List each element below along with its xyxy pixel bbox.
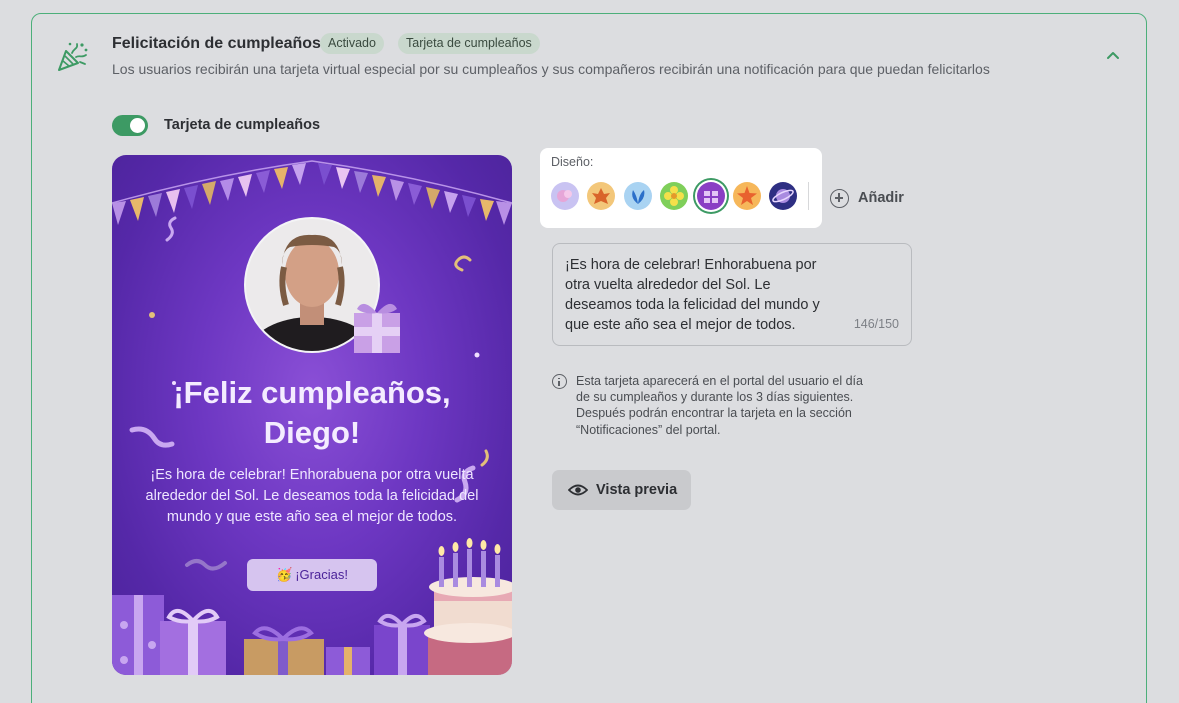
message-value: ¡Es hora de celebrar! Enhorabuena por ot… bbox=[565, 257, 820, 333]
character-counter: 146/150 bbox=[853, 317, 899, 331]
picker-divider bbox=[808, 182, 809, 210]
add-design-button[interactable]: Añadir bbox=[830, 187, 904, 209]
thanks-button-label: ¡Gracias! bbox=[295, 567, 348, 582]
section-subtitle: Los usuarios recibirán una tarjeta virtu… bbox=[112, 61, 990, 77]
add-design-label: Añadir bbox=[858, 190, 904, 206]
card-title-line1: ¡Feliz cumpleaños, bbox=[173, 375, 451, 410]
design-picker: Diseño: bbox=[540, 148, 822, 228]
preview-button-label: Vista previa bbox=[596, 482, 678, 498]
type-badge: Tarjeta de cumpleaños bbox=[398, 33, 540, 54]
design-label: Diseño: bbox=[551, 155, 594, 169]
party-popper-icon bbox=[58, 42, 88, 71]
flower-swatch[interactable] bbox=[660, 182, 688, 210]
thanks-button[interactable]: 🥳 ¡Gracias! bbox=[247, 559, 377, 591]
pink-swatch[interactable] bbox=[551, 182, 579, 210]
toggle-knob bbox=[130, 118, 145, 133]
info-icon bbox=[552, 374, 567, 389]
plus-circle-icon bbox=[830, 188, 849, 208]
status-badge: Activado bbox=[320, 33, 384, 54]
starfish-swatch[interactable] bbox=[733, 182, 761, 210]
birthday-card-preview: ¡Feliz cumpleaños, Diego! ¡Es hora de ce… bbox=[112, 155, 512, 675]
card-title-line2: Diego! bbox=[263, 415, 361, 450]
toggle-label: Tarjeta de cumpleaños bbox=[164, 117, 321, 133]
message-textarea[interactable]: ¡Es hora de celebrar! Enhorabuena por ot… bbox=[552, 243, 912, 346]
app-frame: Felicitación de cumpleaños Activado Tarj… bbox=[0, 0, 1179, 703]
planet-swatch[interactable] bbox=[769, 182, 797, 210]
info-text: Esta tarjeta aparecerá en el portal del … bbox=[576, 374, 863, 437]
gift-swatch[interactable] bbox=[697, 182, 725, 210]
card-title: ¡Feliz cumpleaños, Diego! bbox=[112, 373, 512, 453]
blue-leaf-swatch[interactable] bbox=[624, 182, 652, 210]
eye-icon bbox=[568, 484, 588, 496]
preview-button[interactable]: Vista previa bbox=[552, 470, 691, 510]
section-title: Felicitación de cumpleaños bbox=[112, 35, 321, 52]
chevron-up-icon[interactable] bbox=[1106, 50, 1120, 60]
autumn-leaf-swatch[interactable] bbox=[587, 182, 615, 210]
party-face-icon: 🥳 bbox=[276, 567, 293, 582]
birthday-card-toggle[interactable] bbox=[112, 115, 148, 136]
card-message: ¡Es hora de celebrar! Enhorabuena por ot… bbox=[145, 467, 479, 525]
